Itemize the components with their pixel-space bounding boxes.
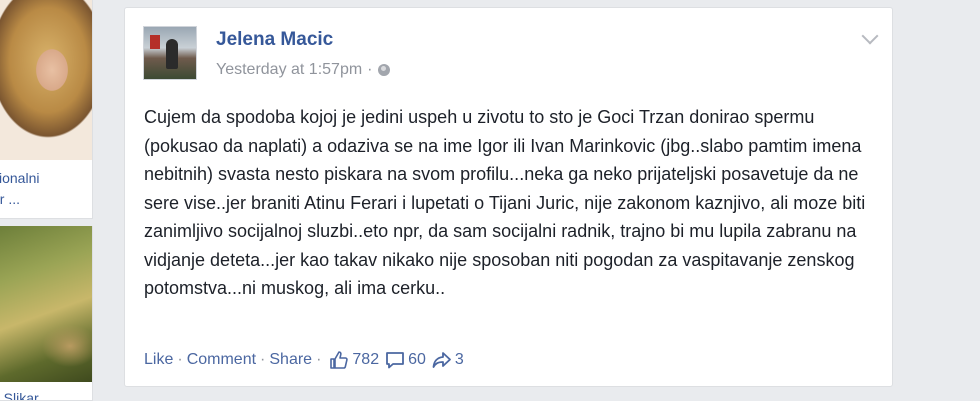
- suggested-page-photo[interactable]: [0, 226, 92, 382]
- shares-count[interactable]: 3: [432, 351, 464, 369]
- post-meta: Yesterday at 1:57pm ·: [216, 61, 390, 79]
- avatar-flag-shape: [150, 35, 160, 49]
- chevron-down-icon[interactable]: [861, 27, 879, 45]
- like-link[interactable]: Like: [144, 351, 173, 369]
- comment-link[interactable]: Comment: [187, 351, 256, 369]
- action-separator: ·: [260, 351, 266, 368]
- feed-post: Jelena Macic Yesterday at 1:57pm · Cujem…: [124, 7, 893, 387]
- thumbs-up-icon: [330, 351, 349, 369]
- comment-bubble-icon: [386, 352, 405, 369]
- share-link[interactable]: Share: [269, 351, 312, 369]
- likes-count[interactable]: 782: [329, 351, 379, 369]
- suggested-page-name-cont[interactable]: er ...: [0, 189, 92, 210]
- suggested-page-photo[interactable]: [0, 0, 92, 160]
- comments-count-value: 60: [408, 351, 426, 368]
- globe-icon[interactable]: [377, 64, 390, 76]
- action-separator: ·: [316, 351, 322, 368]
- post-author-name[interactable]: Jelena Macic: [216, 29, 333, 51]
- meta-separator: ·: [367, 61, 373, 78]
- share-arrow-icon: [432, 352, 451, 368]
- avatar[interactable]: [143, 26, 197, 80]
- shares-count-value: 3: [454, 351, 464, 368]
- action-separator: ·: [177, 351, 183, 368]
- post-actions: Like · Comment · Share · 782 60 3: [144, 351, 464, 369]
- post-text: Cujem da spodoba kojoj je jedini uspeh u…: [144, 107, 866, 298]
- suggested-page-card[interactable]: cionalni er ...: [0, 0, 93, 219]
- suggested-page-name[interactable]: cionalni: [0, 168, 92, 189]
- suggested-page-card[interactable]: o Slikar: [0, 226, 93, 401]
- post-timestamp[interactable]: Yesterday at 1:57pm: [216, 61, 362, 79]
- likes-count-value: 782: [352, 351, 380, 368]
- comments-count[interactable]: 60: [385, 351, 426, 369]
- suggested-page-name[interactable]: o Slikar: [0, 388, 92, 400]
- avatar-person-shape: [166, 39, 178, 69]
